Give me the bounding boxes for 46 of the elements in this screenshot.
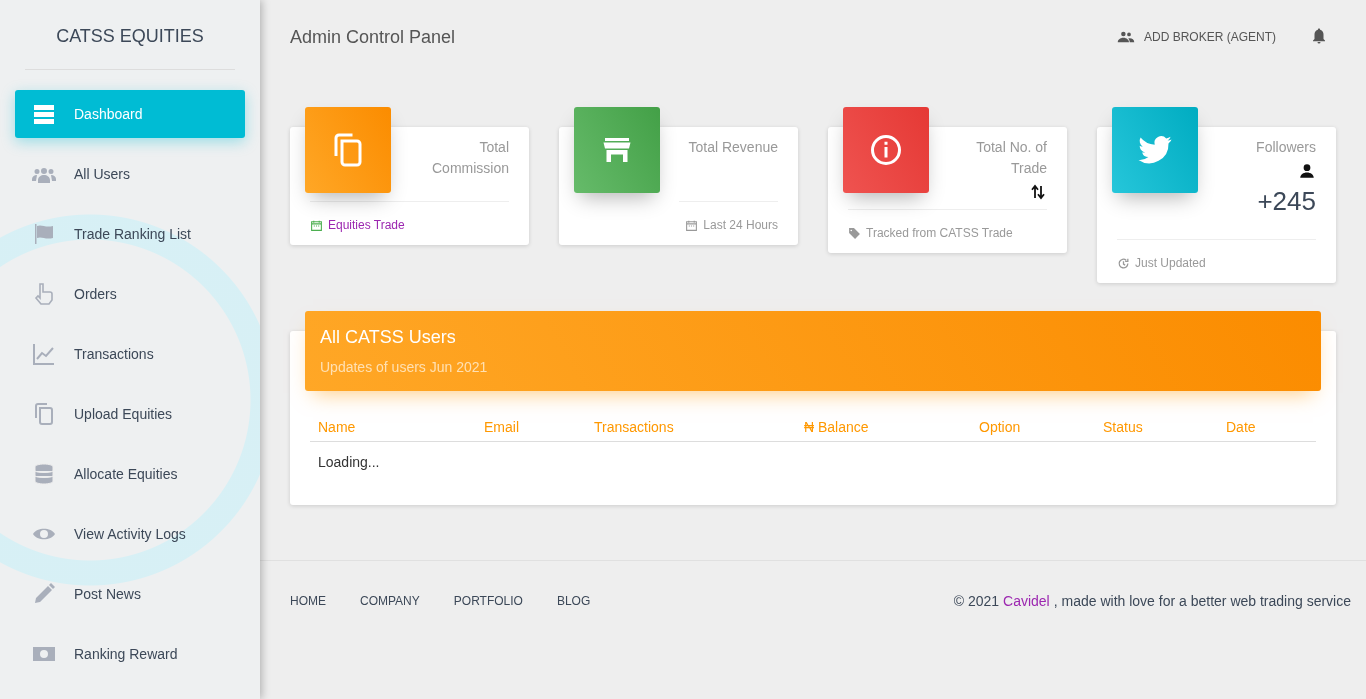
- add-broker-button[interactable]: ADD BROKER (AGENT): [1110, 22, 1282, 52]
- stat-title: Total Revenue: [688, 138, 778, 157]
- column-header: Date: [1226, 419, 1257, 435]
- stat-value: +245: [1257, 186, 1316, 217]
- column-header: ₦ Balance: [804, 419, 870, 435]
- footer-link[interactable]: PORTFOLIO: [453, 594, 523, 608]
- brand-title: CATSS EQUITIES: [25, 0, 235, 70]
- calendar-icon: [685, 218, 699, 232]
- sidebar-item[interactable]: Post News: [15, 570, 245, 618]
- stat-footer-text: Just Updated: [1135, 256, 1206, 270]
- refresh-icon: [1117, 256, 1130, 270]
- column-header: Status: [1103, 419, 1144, 435]
- calendar-icon: [310, 218, 323, 232]
- stat-footer-text: Last 24 Hours: [703, 218, 778, 232]
- stat-title: Total Commission: [431, 138, 509, 178]
- stat-title: Followers: [1256, 138, 1316, 157]
- copyright-text: © 2021: [953, 593, 1000, 609]
- column-header: Transactions: [594, 419, 675, 435]
- tag-icon: [848, 226, 861, 240]
- stat-footer-text: Tracked from CATSS Trade: [866, 226, 1013, 240]
- page-title: Admin Control Panel: [290, 26, 457, 48]
- sidebar-item[interactable]: View Activity Logs: [15, 510, 245, 558]
- column-header: Option: [979, 419, 1022, 435]
- copyright-text: , made with love for a better web trading service: [1053, 593, 1351, 609]
- bell-icon: [1310, 26, 1328, 45]
- footer-link[interactable]: BLOG: [556, 594, 591, 608]
- sidebar-item[interactable]: Upload Equities: [15, 390, 245, 438]
- loading-text: Loading...: [317, 453, 381, 470]
- table-title: All CATSS Users: [320, 327, 457, 348]
- sidebar-item[interactable]: Ranking Reward: [15, 630, 245, 678]
- swap-icon: [1029, 183, 1047, 201]
- sidebar-item[interactable]: Transactions: [15, 330, 245, 378]
- sidebar-item[interactable]: All Users: [15, 150, 245, 198]
- person-icon: [1298, 162, 1316, 180]
- info-icon: [868, 132, 904, 168]
- column-header: Email: [484, 419, 520, 435]
- sidebar-item[interactable]: Orders: [15, 270, 245, 318]
- column-header: Name: [318, 419, 357, 435]
- stat-title: Total No. of Trade: [975, 138, 1047, 178]
- sidebar-item[interactable]: Trade Ranking List: [15, 210, 245, 258]
- footer-link[interactable]: HOME: [290, 594, 326, 608]
- footer-link[interactable]: COMPANY: [360, 594, 420, 608]
- author-link[interactable]: Cavidel: [1003, 593, 1050, 609]
- table-subtitle: Updates of users Jun 2021: [320, 359, 489, 375]
- sidebar-item[interactable]: Allocate Equities: [15, 450, 245, 498]
- stat-footer-text: Equities Trade: [328, 218, 405, 232]
